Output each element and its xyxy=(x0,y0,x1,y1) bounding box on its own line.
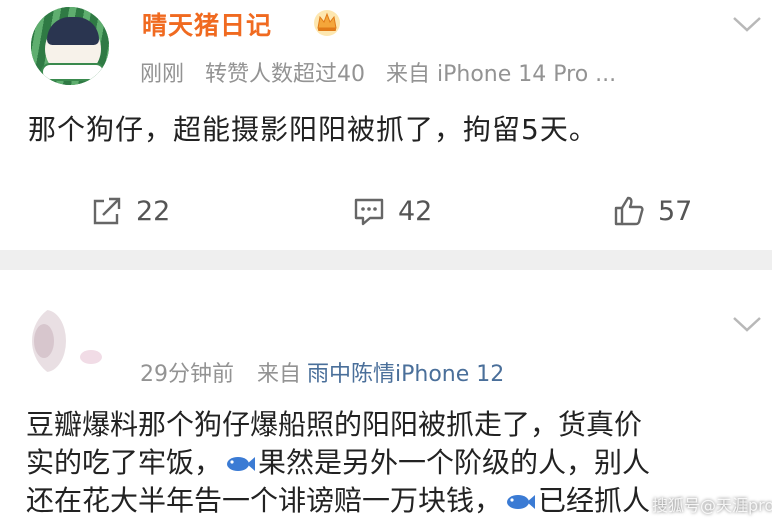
like-count: 57 xyxy=(658,195,693,227)
source-link[interactable]: 雨中陈情iPhone 12 xyxy=(307,362,504,387)
post-text-segment: 果然是另外一个阶级的人，别人 xyxy=(258,446,651,479)
post-text-segment: 还在花大半年告一个诽谤赔一万块钱， xyxy=(26,484,503,517)
crown-icon xyxy=(314,10,340,36)
avatar[interactable] xyxy=(32,302,110,380)
source-prefix: 来自 xyxy=(257,362,302,387)
post-text-line: 豆瓣爆料那个狗仔爆船照的阳阳被抓走了，货真价 xyxy=(26,408,643,441)
avatar[interactable] xyxy=(28,4,112,88)
avatar-shape xyxy=(34,324,54,358)
post-divider xyxy=(0,250,772,270)
fish-emoji-icon xyxy=(507,495,536,509)
fish-emoji-icon xyxy=(227,457,256,471)
post-meta: 29分钟前 来自 雨中陈情iPhone 12 xyxy=(140,356,520,388)
post-card: 晴天猪日记 刚刚 转赞人数超过40 来自 iPhone 14 Pro ... 那… xyxy=(0,0,772,250)
thumbs-up-icon xyxy=(614,196,644,226)
post-card: 29分钟前 来自 雨中陈情iPhone 12 豆瓣爆料那个狗仔爆船照的阳阳被抓走了… xyxy=(0,270,772,521)
avatar-shape xyxy=(80,350,102,364)
post-text-segment: 实的吃了牢饭， xyxy=(26,446,223,479)
chevron-down-icon[interactable] xyxy=(731,14,763,34)
post-text-line: 实的吃了牢饭， 果然是另外一个阶级的人，别人 xyxy=(26,444,766,482)
like-button[interactable]: 57 xyxy=(612,194,692,228)
post-time: 29分钟前 xyxy=(140,362,234,387)
post-text: 那个狗仔，超能摄影阳阳被抓了，拘留5天。 xyxy=(28,113,598,146)
repost-count: 22 xyxy=(136,195,171,227)
comment-count: 42 xyxy=(398,195,433,227)
post-meta: 刚刚 转赞人数超过40 来自 iPhone 14 Pro ... xyxy=(140,56,630,88)
reposts-note: 转赞人数超过40 xyxy=(205,62,366,87)
post-time: 刚刚 xyxy=(140,62,185,87)
repost-button[interactable]: 22 xyxy=(90,194,170,228)
watermark: 搜狐号@天涯pro xyxy=(652,496,772,515)
avatar-badge xyxy=(41,63,105,81)
post-text-segment: 已经抓人 xyxy=(538,484,651,517)
repost-icon xyxy=(93,197,121,225)
comment-icon xyxy=(354,198,384,226)
comment-button[interactable]: 42 xyxy=(352,194,432,228)
post-source: 来自 iPhone 14 Pro ... xyxy=(386,62,617,87)
chevron-down-icon[interactable] xyxy=(731,314,763,334)
username[interactable]: 晴天猪日记 xyxy=(142,6,272,42)
